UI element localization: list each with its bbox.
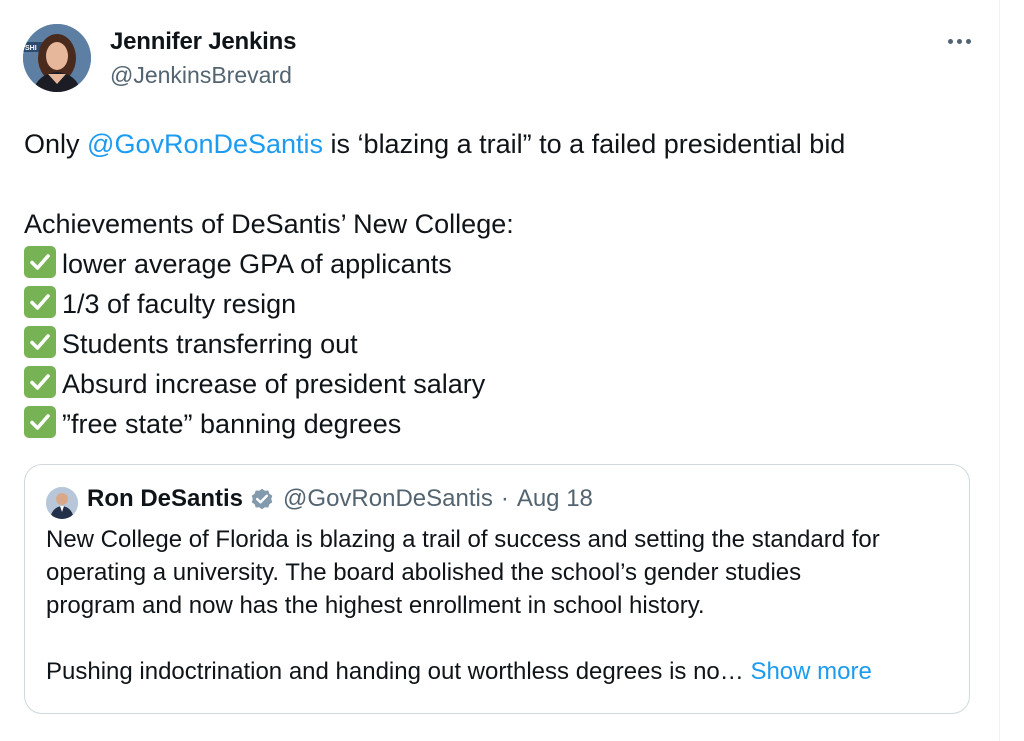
quoted-tweet-body: New College of Florida is blazing a trai… bbox=[46, 523, 966, 688]
achievement-item: lower average GPA of applicants bbox=[24, 244, 845, 284]
quoted-author-avatar[interactable] bbox=[46, 487, 78, 519]
quoted-author-handle[interactable]: @GovRonDeSantis bbox=[283, 485, 493, 513]
author-name[interactable]: Jennifer Jenkins bbox=[110, 28, 296, 56]
achievements-heading: Achievements of DeSantis’ New College: bbox=[24, 209, 514, 239]
author-avatar[interactable]: SHI bbox=[23, 24, 91, 92]
quoted-tweet-date[interactable]: Aug 18 bbox=[517, 485, 593, 513]
check-mark-icon bbox=[24, 286, 56, 318]
check-mark-icon bbox=[24, 366, 56, 398]
separator-dot: · bbox=[500, 485, 509, 512]
column-divider bbox=[999, 0, 1000, 741]
achievement-item: ”free state” banning degrees bbox=[24, 404, 845, 444]
achievement-item: 1/3 of faculty resign bbox=[24, 284, 845, 324]
achievement-item: Absurd increase of president salary bbox=[24, 364, 845, 404]
check-mark-icon bbox=[24, 406, 56, 438]
show-more-link[interactable]: Show more bbox=[750, 658, 871, 685]
check-mark-icon bbox=[24, 246, 56, 278]
quoted-text-line: program and now has the highest enrollme… bbox=[46, 592, 705, 619]
quoted-text-line: operating a university. The board abolis… bbox=[46, 559, 802, 586]
author-handle[interactable]: @JenkinsBrevard bbox=[110, 62, 292, 89]
check-mark-icon bbox=[24, 326, 56, 358]
quoted-tweet-header: Ron DeSantis @GovRonDeSantis · Aug 18 bbox=[87, 485, 593, 513]
mention-link[interactable]: @GovRonDeSantis bbox=[87, 129, 323, 159]
tweet-body: Only @GovRonDeSantis is ‘blazing a trail… bbox=[24, 124, 845, 444]
more-options-button[interactable] bbox=[944, 28, 974, 54]
quoted-tweet-card[interactable]: Ron DeSantis @GovRonDeSantis · Aug 18 Ne… bbox=[24, 464, 970, 714]
quoted-text-line: New College of Florida is blazing a trai… bbox=[46, 526, 880, 553]
quoted-author-name[interactable]: Ron DeSantis bbox=[87, 485, 243, 513]
tweet-first-line: Only @GovRonDeSantis is ‘blazing a trail… bbox=[24, 129, 846, 159]
ellipsis-icon bbox=[947, 38, 953, 44]
quoted-text-last-line: Pushing indoctrination and handing out w… bbox=[46, 658, 872, 685]
achievement-item: Students transferring out bbox=[24, 324, 845, 364]
verified-badge-icon[interactable] bbox=[249, 486, 275, 512]
svg-text:SHI: SHI bbox=[25, 45, 37, 52]
